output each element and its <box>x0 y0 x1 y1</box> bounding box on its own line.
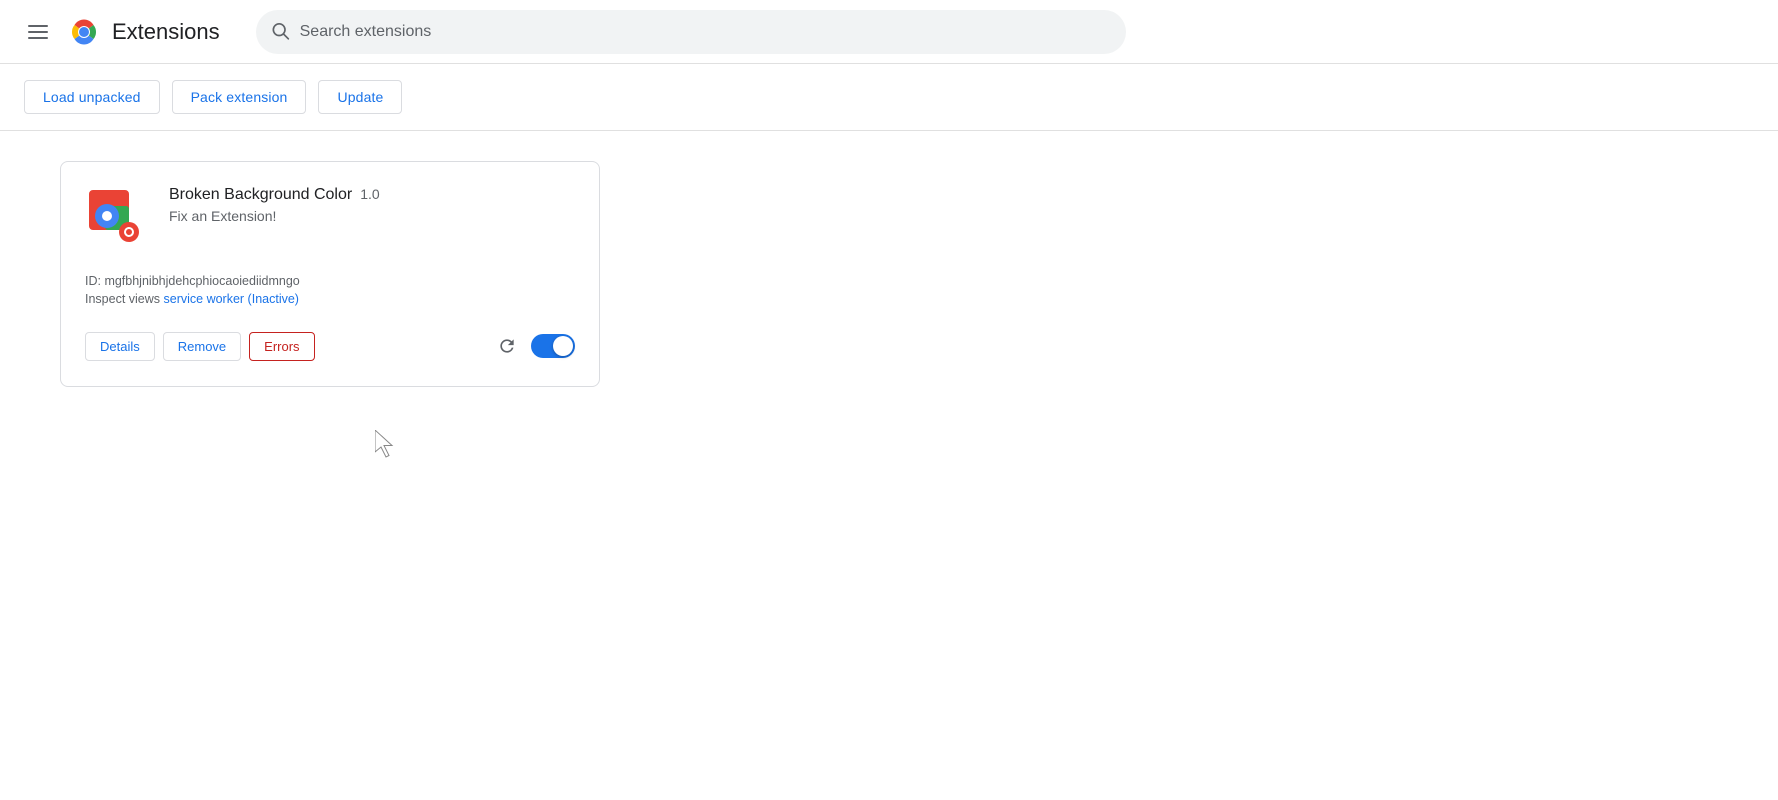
main-content: Broken Background Color 1.0 Fix an Exten… <box>0 131 1778 417</box>
extension-id: ID: mgfbhjnibhjdehcphiocaoiediidmngo <box>85 274 575 288</box>
errors-button[interactable]: Errors <box>249 332 314 361</box>
load-unpacked-button[interactable]: Load unpacked <box>24 80 160 114</box>
extension-icon <box>85 186 149 250</box>
page-header: Extensions <box>0 0 1778 64</box>
header-left: Extensions <box>20 16 220 48</box>
update-button[interactable]: Update <box>318 80 402 114</box>
extension-header: Broken Background Color 1.0 Fix an Exten… <box>85 186 575 250</box>
remove-button[interactable]: Remove <box>163 332 241 361</box>
cursor <box>375 430 399 463</box>
search-input[interactable] <box>256 10 1126 54</box>
extension-meta: ID: mgfbhjnibhjdehcphiocaoiediidmngo Ins… <box>85 274 575 306</box>
extension-name-row: Broken Background Color 1.0 <box>169 186 575 204</box>
reload-button[interactable] <box>491 330 523 362</box>
extension-inspect: Inspect views service worker (Inactive) <box>85 292 575 306</box>
toolbar: Load unpacked Pack extension Update <box>0 64 1778 131</box>
extension-info: Broken Background Color 1.0 Fix an Exten… <box>169 186 575 232</box>
search-icon <box>270 20 290 43</box>
service-worker-link[interactable]: service worker (Inactive) <box>164 292 299 306</box>
details-button[interactable]: Details <box>85 332 155 361</box>
chrome-logo <box>68 16 100 48</box>
extension-version: 1.0 <box>360 186 379 202</box>
search-bar <box>256 10 1126 54</box>
extension-description: Fix an Extension! <box>169 208 575 224</box>
extension-name: Broken Background Color <box>169 186 352 204</box>
pack-extension-button[interactable]: Pack extension <box>172 80 307 114</box>
extension-card: Broken Background Color 1.0 Fix an Exten… <box>60 161 600 387</box>
page-title: Extensions <box>112 19 220 45</box>
menu-button[interactable] <box>20 17 56 47</box>
toggle-knob <box>553 336 573 356</box>
extension-footer: Details Remove Errors <box>85 322 575 362</box>
extension-toggle[interactable] <box>531 334 575 358</box>
